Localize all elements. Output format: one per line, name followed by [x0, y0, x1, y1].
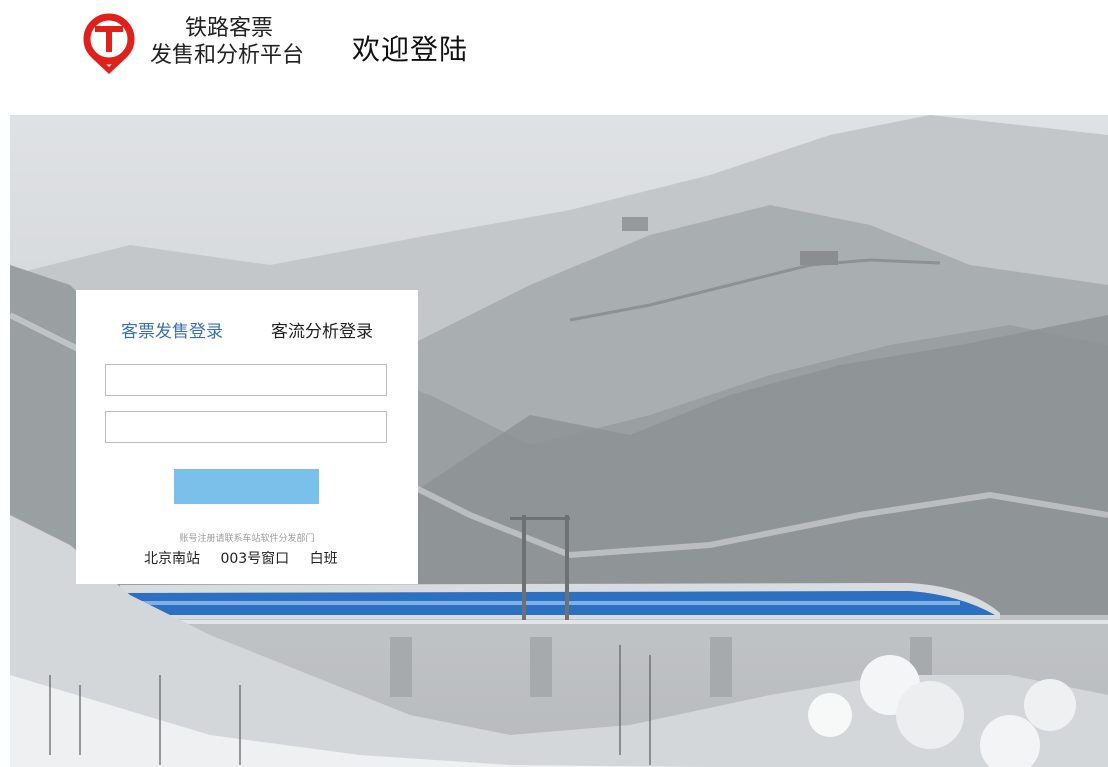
station-name: 北京南站: [144, 551, 200, 567]
welcome-title: 欢迎登陆: [352, 33, 469, 66]
tab-ticket-sale-login[interactable]: 客票发售登录: [121, 317, 223, 342]
window-number: 003号窗口: [220, 551, 290, 567]
station-info: 北京南站 003号窗口 白班: [144, 548, 338, 568]
brand-line2: 发售和分析平台: [150, 43, 305, 68]
tab-passenger-flow-login[interactable]: 客流分析登录: [271, 317, 373, 342]
password-input[interactable]: [105, 411, 387, 443]
china-railway-logo-icon: [83, 13, 135, 74]
login-card: 客票发售登录 客流分析登录 账号注册请联系车站软件分发部门 北京南站 003号窗…: [76, 290, 418, 584]
brand-title: 铁路客票 发售和分析平台: [150, 15, 325, 69]
login-button[interactable]: [174, 469, 319, 504]
brand-line1: 铁路客票: [185, 16, 274, 41]
header: 铁路客票 发售和分析平台 欢迎登陆: [0, 0, 1108, 110]
registration-hint: 账号注册请联系车站软件分发部门: [179, 534, 315, 544]
username-input[interactable]: [105, 364, 387, 396]
shift-name: 白班: [309, 551, 338, 567]
